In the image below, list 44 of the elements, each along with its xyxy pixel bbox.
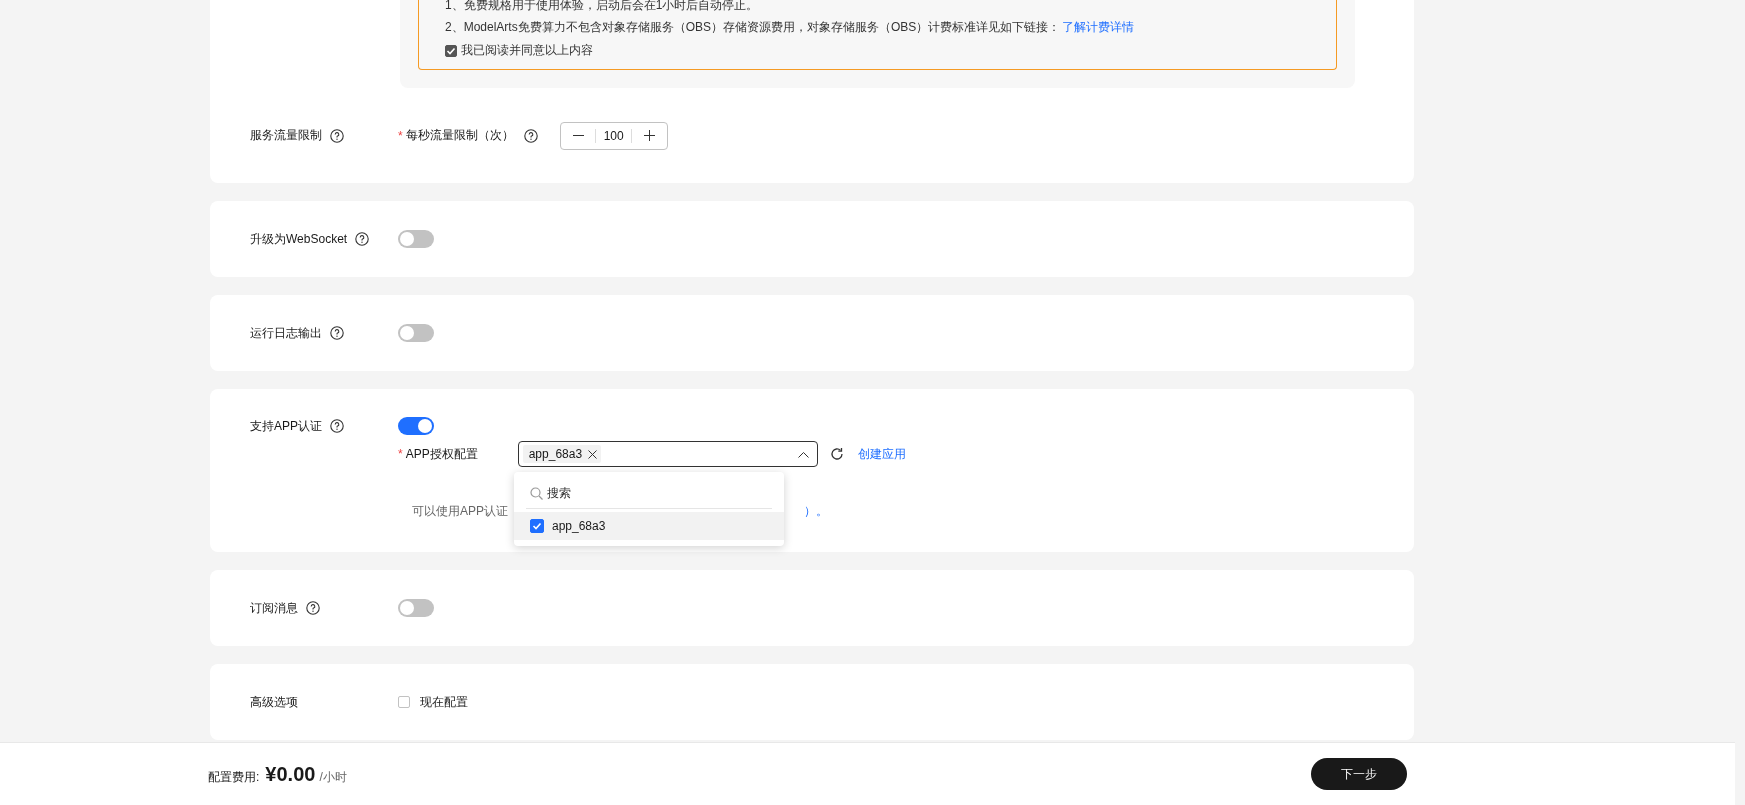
field-label: 每秒流量限制（次） (405, 127, 514, 144)
price-unit: /小时 (319, 768, 347, 786)
checkbox[interactable] (445, 44, 457, 57)
help-icon[interactable] (330, 326, 344, 340)
checkbox[interactable] (530, 519, 544, 533)
field-label: APP授权配置 (405, 445, 478, 463)
toggle-switch[interactable] (398, 599, 434, 617)
field-label: 升级为WebSocket (250, 230, 348, 248)
checkbox[interactable] (398, 696, 410, 708)
app-select[interactable]: app_68a3 (517, 441, 818, 467)
toggle-switch[interactable] (398, 417, 434, 435)
field-label: 服务流量限制 (250, 127, 322, 144)
number-stepper[interactable]: 100 (559, 121, 668, 150)
toggle-switch[interactable] (398, 324, 434, 342)
agree-label: 我已阅读并同意以上内容 (461, 42, 593, 59)
help-icon[interactable] (355, 232, 370, 246)
check-icon (446, 45, 456, 56)
dropdown-option[interactable]: app_68a3 (514, 512, 784, 540)
next-button[interactable]: 下一步 (1311, 758, 1407, 790)
refresh-icon[interactable] (829, 447, 844, 461)
notice-text: 2、ModelArts免费算力不包含对象存储服务（OBS）存储资源费用，对象存储服务（OBS）计费标准详见如下链接： (445, 20, 1061, 34)
check-icon (532, 521, 542, 531)
field-label: 高级选项 (250, 693, 298, 711)
cost-label: 配置费用: (208, 768, 260, 786)
field-label: 运行日志输出 (250, 324, 322, 342)
toggle-switch[interactable] (398, 230, 434, 248)
search-icon (530, 486, 543, 500)
required-mark: * (398, 128, 403, 143)
help-icon[interactable] (306, 601, 320, 615)
field-label: 订阅消息 (250, 599, 298, 617)
price: ¥0.00 (265, 762, 316, 786)
field-label: 支持APP认证 (250, 417, 322, 435)
help-icon[interactable] (523, 128, 538, 143)
help-icon[interactable] (330, 419, 344, 433)
help-text: 可以使用APP认证 (412, 503, 508, 520)
create-app-link[interactable]: 创建应用 (857, 445, 906, 463)
selected-tag: app_68a3 (522, 445, 602, 463)
option-label: 现在配置 (420, 693, 468, 711)
chevron-up-icon (797, 450, 809, 458)
help-icon[interactable] (330, 128, 344, 143)
close-icon[interactable] (588, 449, 598, 459)
required-mark: * (398, 447, 403, 461)
billing-link[interactable]: 了解计费详情 (1062, 20, 1135, 34)
help-link[interactable]: ）。 (804, 503, 828, 520)
